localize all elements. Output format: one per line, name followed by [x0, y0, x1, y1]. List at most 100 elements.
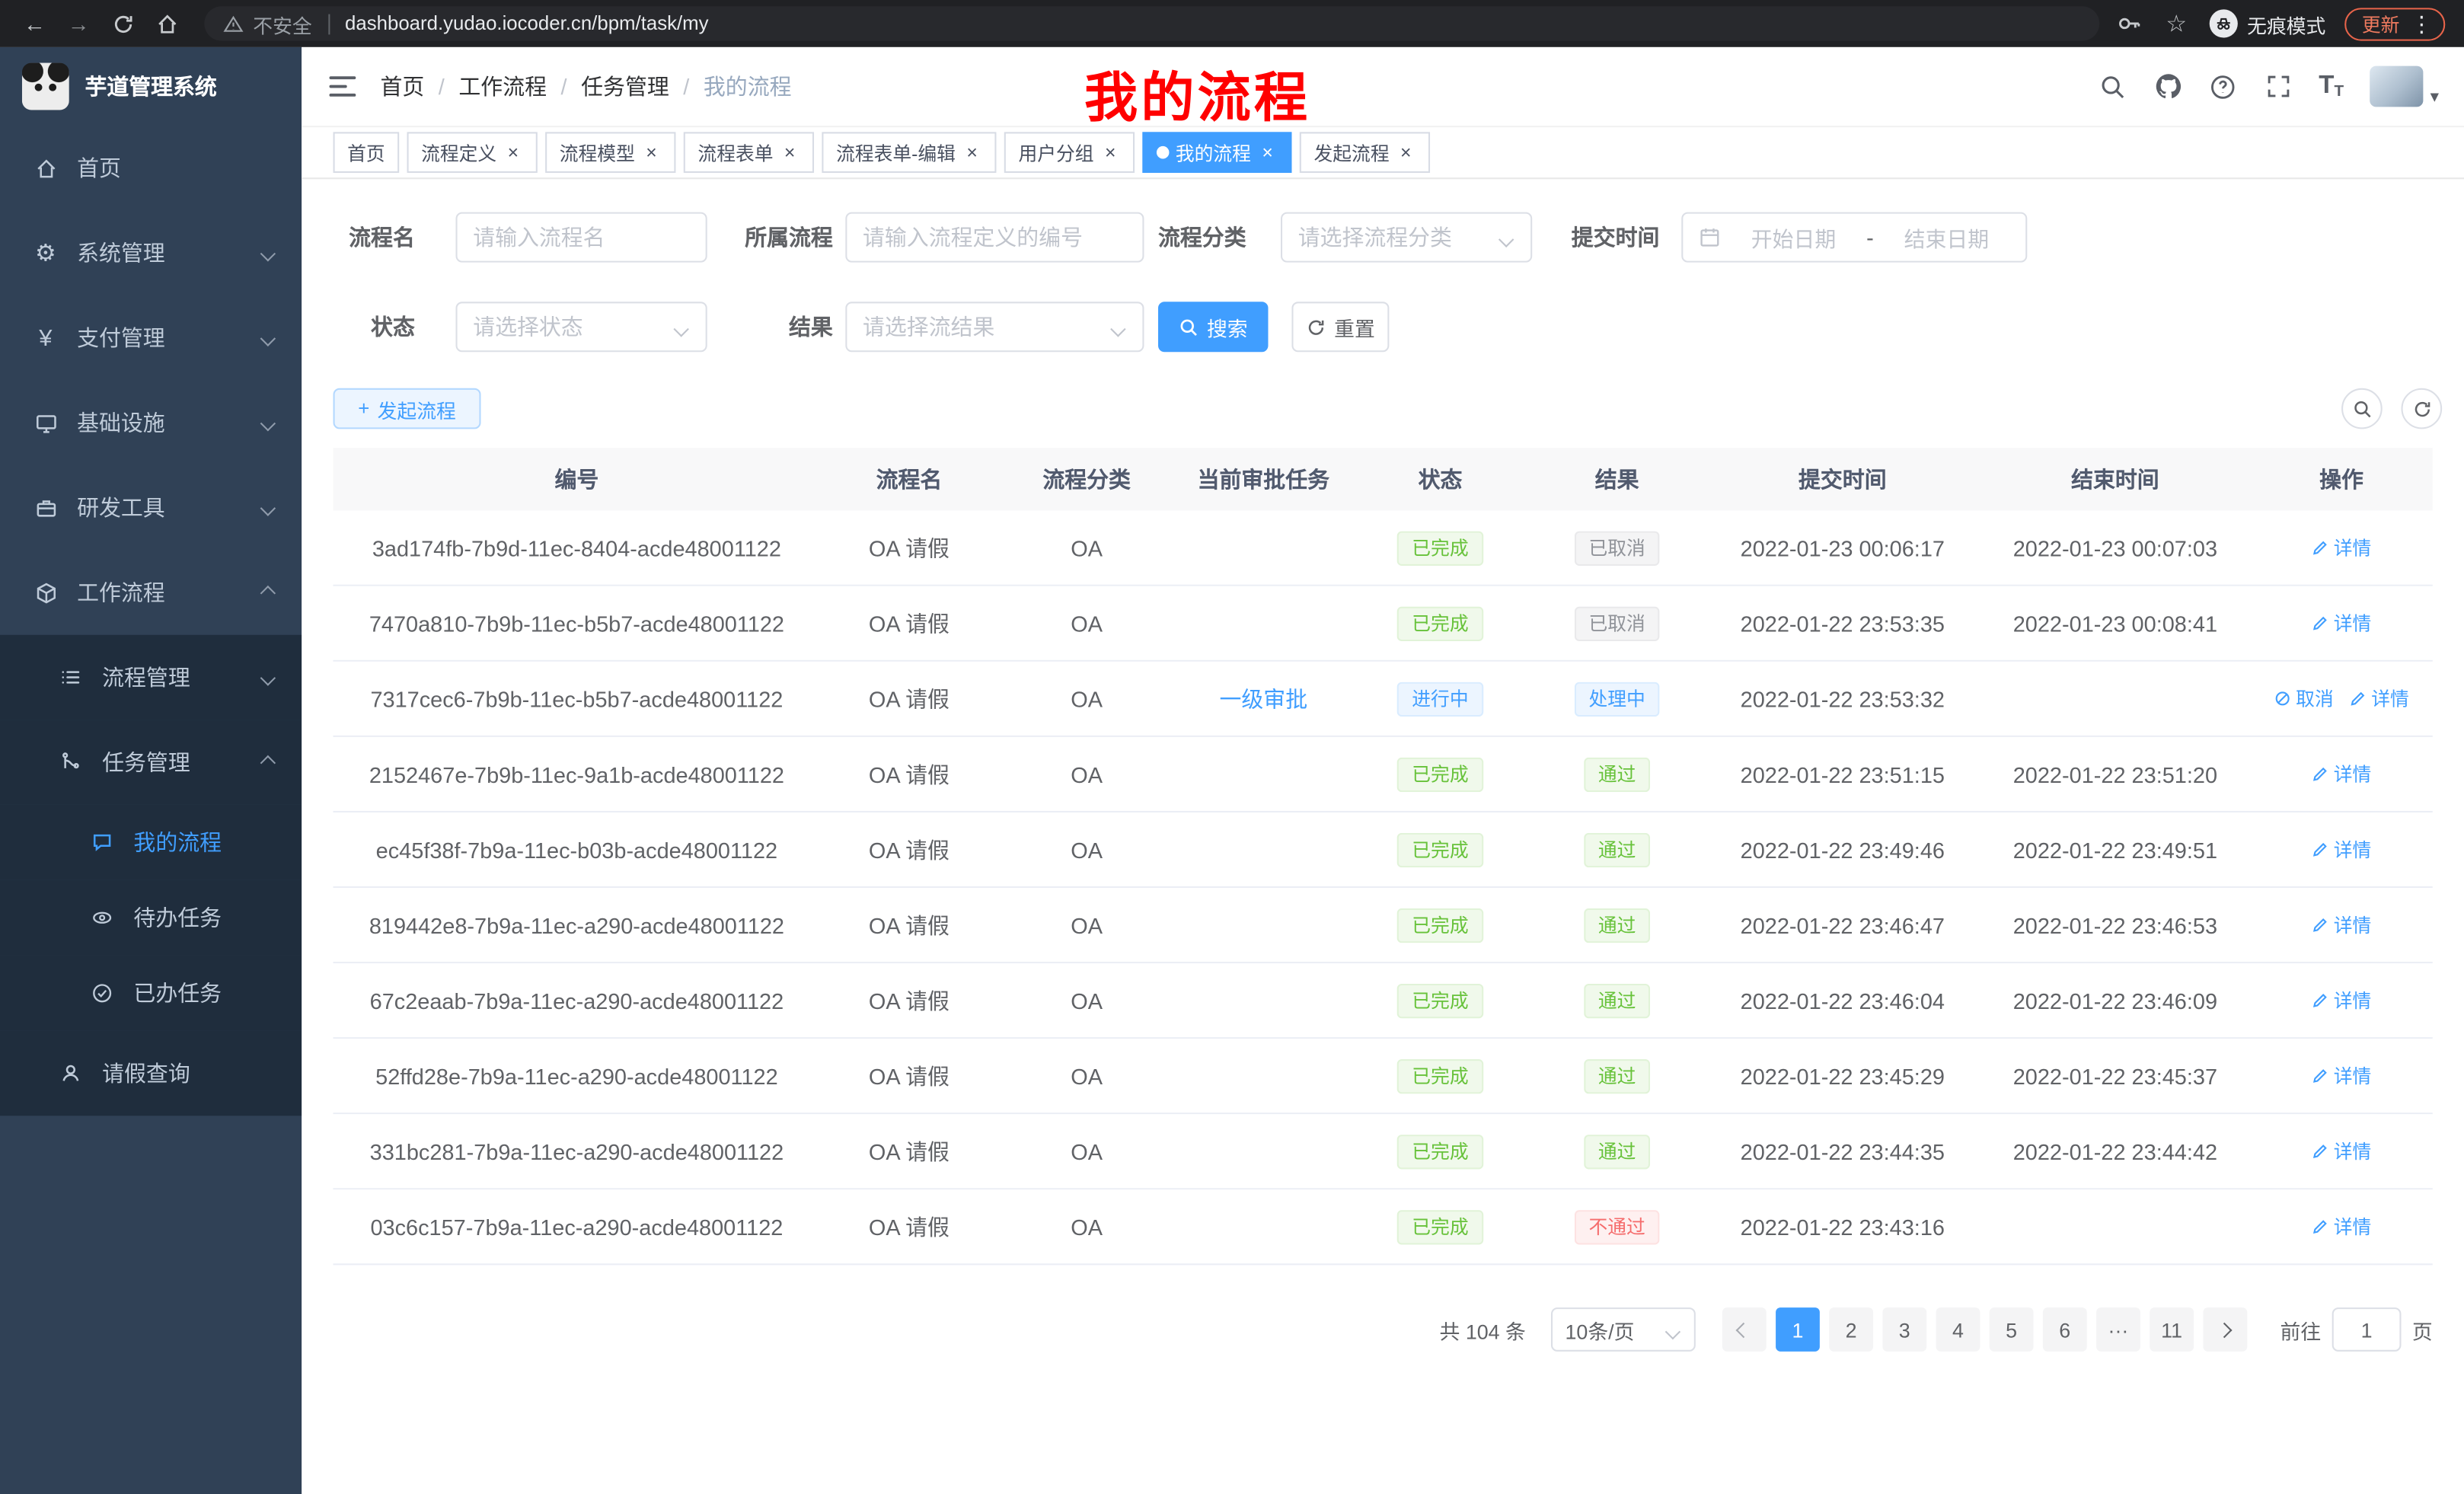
- fullscreen-icon[interactable]: [2264, 72, 2292, 101]
- parent-process-input[interactable]: [845, 212, 1144, 263]
- cell-submit-time: 2022-01-22 23:46:47: [1705, 912, 1980, 937]
- result-label: 结果: [720, 302, 833, 352]
- result-tag: 处理中: [1575, 682, 1659, 716]
- check-circle-icon: [88, 982, 116, 1004]
- toggle-search-button[interactable]: [2341, 388, 2383, 429]
- sidebar-item-label: 基础设施: [77, 407, 263, 439]
- detail-link[interactable]: 详情: [2312, 836, 2371, 863]
- star-icon[interactable]: ☆: [2162, 9, 2191, 37]
- hamburger-icon[interactable]: [327, 71, 358, 102]
- table-row: 67c2eaab-7b9a-11ec-a290-acde48001122 OA …: [334, 963, 2433, 1039]
- result-tag: 通过: [1584, 757, 1650, 791]
- close-icon[interactable]: ×: [780, 142, 800, 163]
- tab-process-model[interactable]: 流程模型 ×: [545, 132, 675, 173]
- detail-link[interactable]: 详情: [2349, 685, 2408, 712]
- tab-home[interactable]: 首页: [334, 132, 400, 173]
- close-icon[interactable]: ×: [1396, 142, 1416, 163]
- sidebar-item-my-process[interactable]: 我的流程: [0, 805, 302, 880]
- detail-link[interactable]: 详情: [2312, 911, 2371, 938]
- browser-home-icon[interactable]: [145, 2, 189, 46]
- page-button[interactable]: 3: [1882, 1307, 1926, 1352]
- update-button[interactable]: 更新 ⋮: [2344, 7, 2445, 40]
- font-size-icon[interactable]: TT: [2319, 72, 2344, 101]
- sidebar-item-task-mgmt[interactable]: 任务管理: [0, 720, 302, 804]
- cell-actions: 详情: [2250, 836, 2432, 863]
- page-button[interactable]: 11: [2150, 1307, 2194, 1352]
- detail-link[interactable]: 详情: [2312, 1138, 2371, 1164]
- browser-reload-icon[interactable]: [101, 2, 145, 46]
- breadcrumb-separator: /: [683, 74, 689, 99]
- result-select[interactable]: 请选择流结果: [845, 302, 1144, 352]
- search-icon[interactable]: [2099, 72, 2127, 101]
- detail-link[interactable]: 详情: [2312, 610, 2371, 637]
- cell-actions: 详情: [2250, 987, 2432, 1014]
- breadcrumb-item[interactable]: 任务管理: [581, 71, 669, 102]
- cell-end-time: 2022-01-22 23:45:37: [1980, 1063, 2250, 1088]
- page-button[interactable]: 6: [2043, 1307, 2087, 1352]
- help-icon[interactable]: [2209, 72, 2237, 101]
- submit-time-range[interactable]: 开始日期 - 结束日期: [1681, 212, 2027, 263]
- page-size-select[interactable]: 10条/页: [1551, 1307, 1696, 1352]
- category-select[interactable]: 请选择流程分类: [1281, 212, 1532, 263]
- sidebar-item-infra[interactable]: 基础设施: [0, 380, 302, 464]
- browser-menu-icon[interactable]: ⋮: [2408, 13, 2436, 35]
- breadcrumb-item[interactable]: 首页: [380, 71, 424, 102]
- close-icon[interactable]: ×: [641, 142, 662, 163]
- reset-button[interactable]: 重置: [1291, 302, 1389, 352]
- next-page-button[interactable]: [2203, 1307, 2247, 1352]
- start-date-input[interactable]: 开始日期: [1730, 222, 1856, 253]
- sidebar-item-system[interactable]: ⚙ 系统管理: [0, 211, 302, 295]
- goto-page-input[interactable]: [2332, 1307, 2402, 1352]
- sidebar-item-process-mgmt[interactable]: 流程管理: [0, 635, 302, 720]
- detail-link[interactable]: 详情: [2312, 987, 2371, 1014]
- prev-page-button[interactable]: [1722, 1307, 1767, 1352]
- url-text[interactable]: dashboard.yudao.iocoder.cn/bpm/task/my: [345, 13, 709, 35]
- detail-link[interactable]: 详情: [2312, 761, 2371, 787]
- screen: ← → 不安全 dashboard.yudao.iocoder.cn/bpm/t…: [0, 0, 2464, 1494]
- close-icon[interactable]: ×: [1257, 142, 1278, 163]
- detail-link[interactable]: 详情: [2312, 535, 2371, 561]
- task-link[interactable]: 一级审批: [1220, 683, 1308, 714]
- browser-forward-icon[interactable]: →: [56, 2, 101, 46]
- cell-submit-time: 2022-01-23 00:06:17: [1705, 535, 1980, 560]
- sidebar-item-done-task[interactable]: 已办任务: [0, 956, 302, 1031]
- detail-link[interactable]: 详情: [2312, 1062, 2371, 1089]
- tab-process-form-edit[interactable]: 流程表单-编辑 ×: [822, 132, 996, 173]
- github-icon[interactable]: [2154, 72, 2182, 101]
- detail-link[interactable]: 详情: [2312, 1213, 2371, 1240]
- close-icon[interactable]: ×: [962, 142, 982, 163]
- navbar-actions: TT ▾: [2099, 66, 2439, 107]
- tab-process-definition[interactable]: 流程定义 ×: [407, 132, 538, 173]
- close-icon[interactable]: ×: [1100, 142, 1121, 163]
- user-menu[interactable]: ▾: [2370, 66, 2439, 107]
- cancel-link[interactable]: 取消: [2274, 685, 2333, 712]
- search-button[interactable]: 搜索: [1158, 302, 1268, 352]
- sidebar-item-todo-task[interactable]: 待办任务: [0, 880, 302, 956]
- create-process-button[interactable]: + 发起流程: [334, 388, 481, 429]
- process-name-input[interactable]: [456, 212, 707, 263]
- tab-user-group[interactable]: 用户分组 ×: [1004, 132, 1135, 173]
- end-date-input[interactable]: 结束日期: [1883, 222, 2009, 253]
- status-select[interactable]: 请选择状态: [456, 302, 707, 352]
- key-icon[interactable]: [2115, 9, 2143, 37]
- sidebar-item-dev[interactable]: 研发工具: [0, 465, 302, 550]
- page-button[interactable]: 2: [1829, 1307, 1873, 1352]
- refresh-button[interactable]: [2401, 388, 2442, 429]
- result-tag: 通过: [1584, 832, 1650, 867]
- tab-my-process[interactable]: 我的流程 ×: [1143, 132, 1292, 173]
- cell-name: OA 请假: [820, 758, 997, 790]
- tab-start-process[interactable]: 发起流程 ×: [1300, 132, 1430, 173]
- close-icon[interactable]: ×: [503, 142, 523, 163]
- page-button[interactable]: 5: [1990, 1307, 2034, 1352]
- page-button[interactable]: 1: [1776, 1307, 1820, 1352]
- sidebar-item-workflow[interactable]: 工作流程: [0, 550, 302, 634]
- page-button[interactable]: 4: [1936, 1307, 1980, 1352]
- sidebar-item-leave-query[interactable]: 请假查询: [0, 1031, 302, 1116]
- tab-process-form[interactable]: 流程表单 ×: [684, 132, 814, 173]
- sidebar-item-home[interactable]: 首页: [0, 126, 302, 210]
- address-bar[interactable]: 不安全 dashboard.yudao.iocoder.cn/bpm/task/…: [204, 6, 2099, 40]
- browser-back-icon[interactable]: ←: [13, 2, 57, 46]
- breadcrumb-item[interactable]: 工作流程: [458, 71, 547, 102]
- sidebar-item-pay[interactable]: ¥ 支付管理: [0, 295, 302, 380]
- more-pages-button[interactable]: ···: [2096, 1307, 2140, 1352]
